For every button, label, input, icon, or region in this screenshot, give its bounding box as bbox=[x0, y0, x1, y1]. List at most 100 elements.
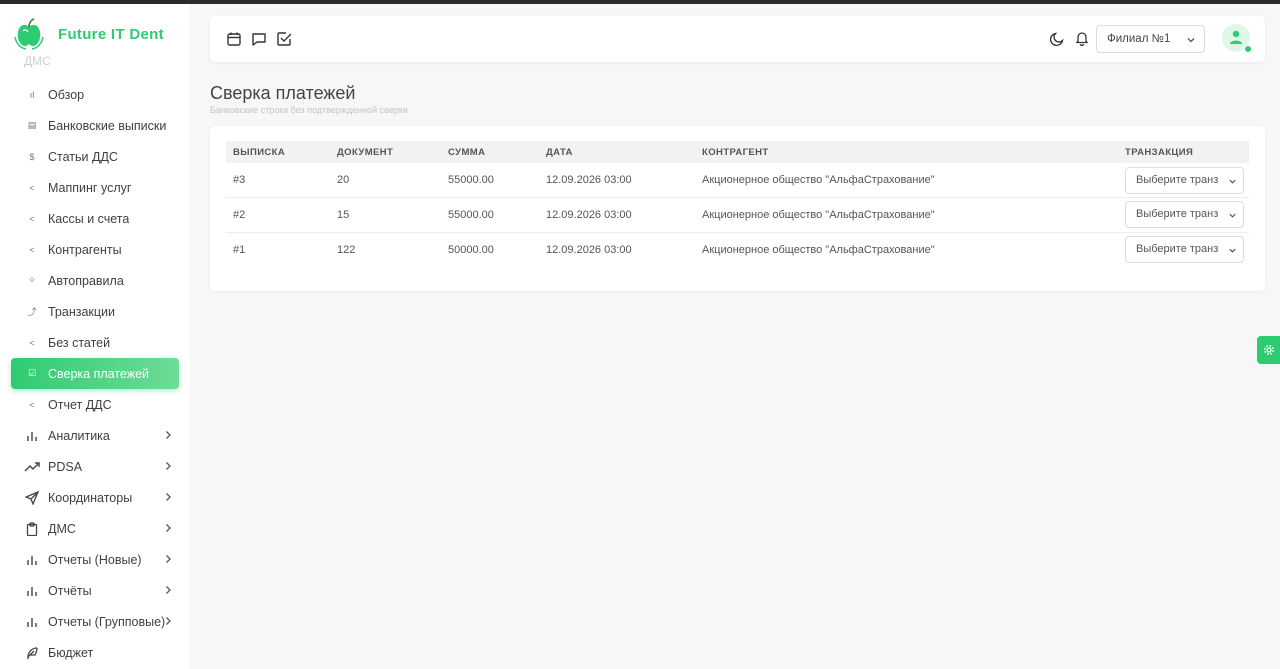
notification-bell-icon[interactable] bbox=[1074, 30, 1090, 46]
sidebar-item-label: Контрагенты bbox=[48, 242, 122, 257]
cell-counterparty: Акционерное общество "АльфаСтрахование" bbox=[702, 208, 935, 221]
column-header-statement[interactable]: ВЫПИСКА bbox=[226, 141, 330, 163]
share-icon: < bbox=[29, 337, 35, 348]
cell-counterparty: Акционерное общество "АльфаСтрахование" bbox=[702, 174, 935, 186]
sidebar-group-label: ДМС bbox=[48, 521, 76, 536]
clipboard-icon bbox=[24, 521, 40, 536]
column-header-document[interactable]: ДОКУМЕНТ bbox=[330, 141, 441, 163]
feather-icon bbox=[24, 646, 40, 660]
sidebar-group-1[interactable]: PDSA bbox=[0, 451, 190, 482]
window-top-edge bbox=[0, 0, 1280, 4]
sidebar-item-label: Банковские выписки bbox=[48, 118, 167, 133]
sidebar-item-share-8[interactable]: < Без статей bbox=[0, 327, 190, 358]
column-header-date[interactable]: ДАТА bbox=[539, 141, 695, 163]
sidebar-group-7[interactable]: Бюджет bbox=[0, 637, 190, 668]
cell-document: 15 bbox=[337, 208, 350, 221]
sidebar-item-label: Без статей bbox=[48, 335, 111, 350]
column-header-counterparty[interactable]: КОНТРАГЕНТ bbox=[695, 141, 1118, 163]
cell-transaction: Выберите транз bbox=[1118, 232, 1249, 267]
sidebar-group-6[interactable]: Отчеты (Групповые) bbox=[0, 606, 190, 637]
sidebar-item-sparkle-6[interactable]: ✧ Автоправила bbox=[0, 265, 190, 296]
user-icon bbox=[1230, 30, 1242, 44]
sidebar-item-dollar-2[interactable]: $ Статьи ДДС bbox=[0, 141, 190, 172]
sidebar-item-share-5[interactable]: < Контрагенты bbox=[0, 234, 190, 265]
user-avatar[interactable] bbox=[1222, 24, 1252, 53]
sidebar-group-5[interactable]: Отчёты bbox=[0, 575, 190, 606]
dark-mode-moon-icon[interactable] bbox=[1049, 31, 1065, 47]
check-square-icon: ☑ bbox=[27, 368, 37, 378]
table-body: #3 20 55000.00 12.09.2026 03:00 Акционерное … bbox=[226, 163, 1249, 267]
sidebar-group-label: PDSA bbox=[48, 459, 83, 474]
sidebar-item-document-1[interactable]: ▤ Банковские выписки bbox=[0, 110, 190, 141]
online-status-dot bbox=[1244, 45, 1252, 53]
sidebar-item-transfer-7[interactable]: ⤴ Транзакции bbox=[0, 296, 190, 327]
sidebar-item-share-10[interactable]: < Отчет ДДС bbox=[0, 389, 190, 420]
sidebar-group-2[interactable]: Координаторы bbox=[0, 482, 190, 513]
chevron-right-icon bbox=[166, 555, 171, 563]
table-row: #3 20 55000.00 12.09.2026 03:00 Акционерное … bbox=[226, 163, 1249, 198]
chevron-right-icon bbox=[166, 493, 171, 501]
sidebar-item-bar-chart-small-0[interactable]: ıl Обзор bbox=[0, 79, 190, 110]
transaction-select-placeholder: Выберите транз bbox=[1136, 208, 1219, 221]
sidebar-item-label: Отчет ДДС bbox=[48, 397, 112, 412]
share-icon: < bbox=[29, 244, 35, 255]
column-header-transaction[interactable]: ТРАНЗАКЦИЯ bbox=[1118, 141, 1249, 163]
transfer-icon: ⤴ bbox=[27, 307, 37, 317]
scrolled-item-label: ДМС bbox=[24, 54, 51, 68]
dollar-icon: $ bbox=[29, 151, 35, 162]
branch-select[interactable]: Филиал №1 bbox=[1096, 25, 1205, 53]
sidebar-item-label: Транзакции bbox=[48, 304, 116, 319]
sidebar-item-share-3[interactable]: < Маппинг услуг bbox=[0, 172, 190, 203]
sidebar-group-label: Отчеты (Групповые) bbox=[48, 614, 166, 629]
column-header-amount[interactable]: СУММА bbox=[441, 141, 539, 163]
settings-fab[interactable] bbox=[1257, 336, 1280, 364]
sidebar-item-share-4[interactable]: < Кассы и счета bbox=[0, 203, 190, 234]
cell-amount: 50000.00 bbox=[448, 243, 494, 256]
sidebar: Future IT Dent ДМС ıl Обзор ▤ Банковские вы… bbox=[0, 4, 190, 669]
page-title: Сверка платежей bbox=[210, 83, 356, 103]
share-icon: < bbox=[29, 213, 35, 224]
reconciliation-table: ВЫПИСКА ДОКУМЕНТ СУММА ДАТА КОНТРАГЕНТ Т… bbox=[226, 141, 1249, 267]
sidebar-group-label: Отчёты bbox=[48, 583, 92, 598]
bar-chart-icon bbox=[24, 584, 40, 598]
sparkle-icon: ✧ bbox=[28, 275, 36, 285]
cell-transaction: Выберите транз bbox=[1118, 163, 1249, 198]
cell-amount: 55000.00 bbox=[448, 174, 494, 186]
sidebar-group-3[interactable]: ДМС bbox=[0, 513, 190, 544]
brand-logo[interactable]: Future IT Dent bbox=[12, 16, 164, 52]
sidebar-nav: ıl Обзор ▤ Банковские выписки $ Статьи ДДС < Ма… bbox=[0, 79, 190, 668]
cell-date: 12.09.2026 03:00 bbox=[546, 243, 632, 256]
share-icon: < bbox=[29, 399, 35, 410]
sidebar-group-label: Координаторы bbox=[48, 490, 133, 505]
chevron-down-icon bbox=[1187, 38, 1195, 43]
transaction-select[interactable]: Выберите транз bbox=[1125, 166, 1244, 194]
table-header-row: ВЫПИСКА ДОКУМЕНТ СУММА ДАТА КОНТРАГЕНТ Т… bbox=[226, 141, 1249, 163]
bar-chart-icon bbox=[24, 429, 40, 443]
share-icon: < bbox=[29, 182, 35, 193]
transaction-select[interactable]: Выберите транз bbox=[1125, 236, 1244, 263]
cell-date: 12.09.2026 03:00 bbox=[546, 174, 632, 186]
sidebar-group-4[interactable]: Отчеты (Новые) bbox=[0, 544, 190, 575]
sidebar-item-label: Сверка платежей bbox=[48, 366, 150, 381]
sidebar-item-check-square-9[interactable]: ☑ Сверка платежей bbox=[11, 358, 179, 389]
trending-up-icon bbox=[24, 460, 40, 474]
chat-icon[interactable] bbox=[251, 31, 267, 47]
table-row: #2 15 55000.00 12.09.2026 03:00 Акционерное … bbox=[226, 198, 1249, 232]
chevron-down-icon bbox=[1228, 246, 1237, 255]
chevron-right-icon bbox=[166, 462, 171, 470]
sidebar-group-0[interactable]: Аналитика bbox=[0, 420, 190, 451]
checkbox-icon[interactable] bbox=[276, 31, 292, 47]
transaction-select-placeholder: Выберите транз bbox=[1136, 173, 1219, 186]
transaction-select-placeholder: Выберите транз bbox=[1136, 243, 1219, 255]
tooth-apple-logo-icon bbox=[14, 18, 44, 50]
brand-name: Future IT Dent bbox=[58, 25, 164, 43]
bar-chart-icon bbox=[24, 615, 40, 629]
chevron-right-icon bbox=[166, 586, 171, 594]
top-header: Филиал №1 bbox=[210, 16, 1265, 62]
sidebar-item-label: Обзор bbox=[48, 87, 85, 102]
sidebar-item-label: Статьи ДДС bbox=[48, 149, 118, 164]
transaction-select[interactable]: Выберите транз bbox=[1125, 201, 1244, 229]
chevron-down-icon bbox=[1228, 176, 1237, 186]
branch-select-value: Филиал №1 bbox=[1107, 33, 1171, 45]
calendar-icon[interactable] bbox=[226, 31, 242, 47]
